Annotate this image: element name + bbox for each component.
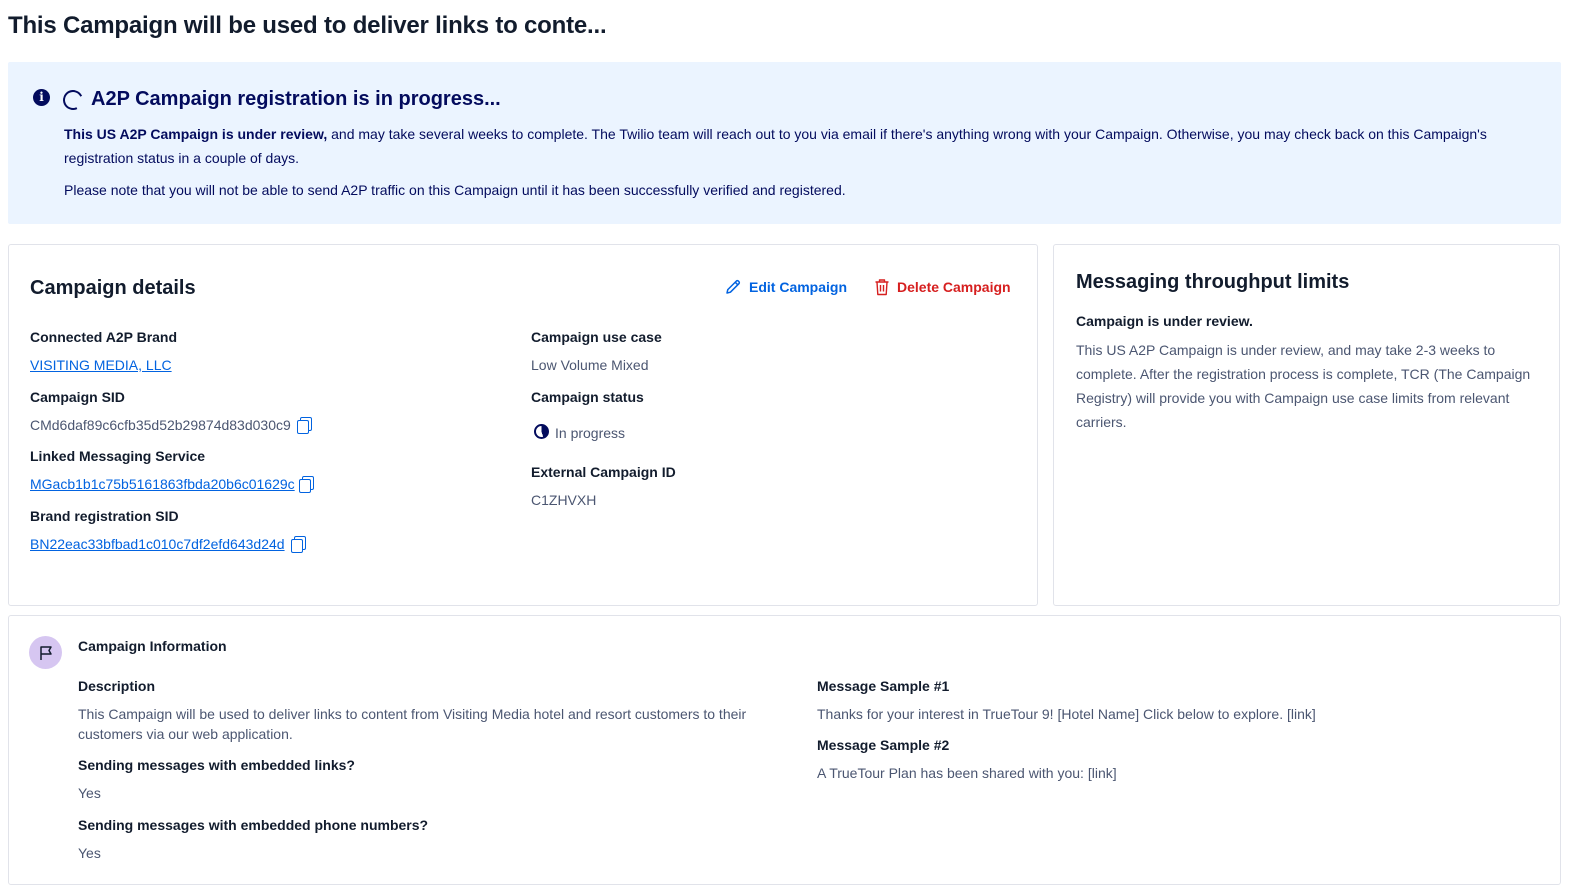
brand-sid-label: Brand registration SID: [30, 508, 179, 524]
edit-campaign-label: Edit Campaign: [749, 279, 848, 295]
campaign-information-heading: Campaign Information: [78, 638, 227, 654]
edit-campaign-button[interactable]: Edit Campaign: [724, 278, 847, 296]
pencil-icon: [726, 279, 741, 294]
campaign-details-heading: Campaign details: [30, 277, 196, 299]
throughput-body: This US A2P Campaign is under review, an…: [1076, 342, 1531, 430]
flag-avatar: [29, 636, 62, 669]
embedded-phones-label: Sending messages with embedded phone num…: [78, 817, 429, 833]
alert-body: This US A2P Campaign is under review, an…: [64, 122, 1544, 170]
use-case-value: Low Volume Mixed: [531, 357, 649, 373]
external-id-value: C1ZHVXH: [531, 492, 597, 508]
alert-body-bold: This US A2P Campaign is under review,: [64, 126, 328, 142]
messaging-service-link[interactable]: MGacb1b1c75b5161863fbda20b6c01629c: [30, 476, 295, 492]
page-title: This Campaign will be used to deliver li…: [8, 12, 607, 39]
loading-spinner-icon: [60, 87, 86, 113]
message-sample-2-value: A TrueTour Plan has been shared with you…: [817, 765, 1117, 781]
throughput-heading: Messaging throughput limits: [1076, 271, 1350, 293]
message-sample-1-label: Message Sample #1: [817, 678, 950, 694]
campaign-status-label: Campaign status: [531, 389, 644, 405]
embedded-phones-value: Yes: [78, 845, 101, 861]
delete-campaign-button[interactable]: Delete Campaign: [874, 278, 1011, 296]
connected-brand-link[interactable]: VISITING MEDIA, LLC: [30, 357, 172, 373]
copy-icon[interactable]: [296, 416, 312, 434]
campaign-sid-value: CMd6daf89c6cfb35d52b29874d83d030c9: [30, 417, 291, 433]
throughput-limits-card: Messaging throughput limits Campaign is …: [1053, 244, 1560, 606]
registration-progress-alert: i A2P Campaign registration is in progre…: [8, 62, 1561, 224]
brand-sid-link[interactable]: BN22eac33bfbad1c010c7df2efd643d24d: [30, 536, 285, 552]
info-icon: i: [33, 89, 50, 106]
campaign-sid-label: Campaign SID: [30, 389, 125, 405]
copy-icon[interactable]: [290, 535, 306, 553]
alert-note: Please note that you will not be able to…: [64, 182, 846, 198]
trash-icon: [875, 279, 889, 296]
in-progress-icon: [534, 424, 549, 439]
description-value: This Campaign will be used to deliver li…: [78, 706, 747, 742]
external-id-label: External Campaign ID: [531, 464, 676, 480]
message-sample-2-label: Message Sample #2: [817, 737, 950, 753]
flag-icon: [39, 645, 52, 660]
message-sample-1-value: Thanks for your interest in TrueTour 9! …: [817, 706, 1316, 722]
messaging-service-label: Linked Messaging Service: [30, 448, 206, 464]
campaign-details-card: Campaign details Edit Campaign Delete Ca…: [8, 244, 1038, 606]
connected-brand-label: Connected A2P Brand: [30, 329, 178, 345]
alert-title: A2P Campaign registration is in progress…: [91, 88, 501, 110]
embedded-links-label: Sending messages with embedded links?: [78, 757, 355, 773]
throughput-subheading: Campaign is under review.: [1076, 313, 1253, 329]
campaign-information-card: Campaign Information Description This Ca…: [8, 615, 1561, 885]
description-label: Description: [78, 678, 156, 694]
use-case-label: Campaign use case: [531, 329, 662, 345]
campaign-status-value: In progress: [555, 425, 626, 441]
copy-icon[interactable]: [298, 475, 314, 493]
embedded-links-value: Yes: [78, 785, 101, 801]
delete-campaign-label: Delete Campaign: [897, 279, 1011, 295]
